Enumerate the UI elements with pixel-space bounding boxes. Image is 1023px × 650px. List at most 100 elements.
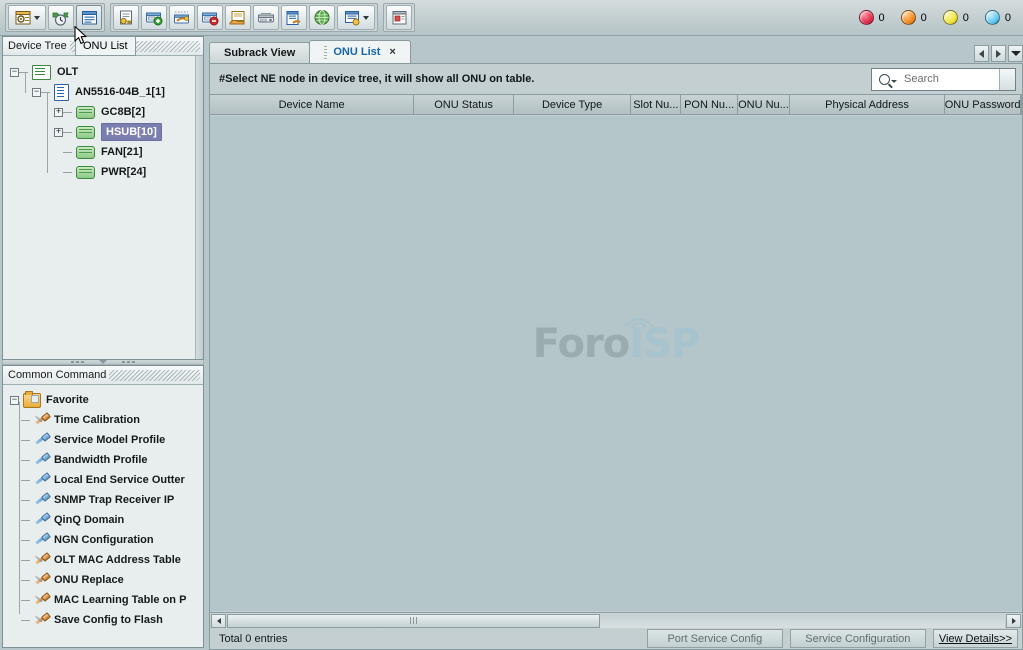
expander-minus-icon[interactable]: −	[10, 68, 19, 77]
device-tree-body: − OLT − AN5516-04B_1[1] +	[3, 56, 203, 359]
column-header-slot-number[interactable]: Slot Nu...	[631, 95, 681, 114]
common-command-panel: Common Command − Favorite Time Cal	[2, 365, 204, 648]
major-alarm-icon	[901, 10, 916, 25]
command-item-onu-replace[interactable]: ONU Replace	[9, 570, 203, 590]
column-header-physical-address[interactable]: Physical Address	[790, 95, 945, 114]
column-header-onu-number[interactable]: ONU Nu...	[738, 95, 790, 114]
scroll-left-button[interactable]	[211, 614, 226, 628]
device-tree-scrollbar[interactable]	[195, 56, 203, 359]
toolbar-button-polling-timer[interactable]	[48, 5, 74, 30]
scroll-track[interactable]	[227, 614, 1005, 628]
port-service-config-button[interactable]: Port Service Config	[647, 629, 783, 648]
folder-star-icon	[23, 393, 41, 408]
device-hand-icon	[229, 10, 247, 26]
toolbar-button-report-tool[interactable]	[337, 5, 375, 30]
expander-minus-icon[interactable]: −	[10, 396, 19, 405]
tree-leaf-spacer	[54, 168, 63, 177]
scroll-thumb[interactable]	[227, 614, 600, 628]
alarm-critical[interactable]: 0	[854, 10, 885, 25]
toolbar-button-rack-view[interactable]	[253, 5, 279, 30]
list-window-icon	[81, 10, 98, 26]
tree-line	[19, 402, 20, 614]
card-icon	[76, 166, 95, 179]
scroll-right-button[interactable]	[1006, 614, 1021, 628]
column-header-pon-number[interactable]: PON Nu...	[681, 95, 738, 114]
alarm-warning[interactable]: 0	[980, 10, 1011, 25]
close-icon[interactable]: ×	[389, 46, 395, 58]
device-remove-icon	[201, 10, 219, 26]
chevron-down-icon[interactable]	[891, 80, 897, 83]
command-item-snmp-trap-receiver-ip[interactable]: SNMP Trap Receiver IP	[9, 490, 203, 510]
expander-plus-icon[interactable]: +	[54, 128, 63, 137]
application-window: 0 0 0 0 Device Tree ONU Lis	[0, 0, 1023, 650]
status-bar: Total 0 entries Port Service Config Serv…	[210, 628, 1022, 649]
alarm-major[interactable]: 0	[896, 10, 927, 25]
report-card-icon	[391, 10, 408, 26]
tree-node-hsub[interactable]: + HSUB[10]	[9, 122, 203, 142]
splitter-grip	[132, 361, 135, 363]
toolbar-button-device-remove[interactable]	[197, 5, 223, 30]
toolbar-button-device-discover[interactable]	[169, 5, 195, 30]
table-body: ForoISP	[210, 116, 1022, 611]
command-item-save-config-to-flash[interactable]: Save Config to Flash	[9, 610, 203, 630]
command-item-ngn-configuration[interactable]: NGN Configuration	[9, 530, 203, 550]
chevron-down-icon	[363, 16, 369, 20]
column-header-onu-status[interactable]: ONU Status	[414, 95, 514, 114]
service-configuration-button[interactable]: Service Configuration	[790, 629, 926, 648]
tool-blue-icon	[34, 493, 49, 507]
toolbar-button-device-handover[interactable]	[225, 5, 251, 30]
favorite-tree: − Favorite Time Calibration Service Mode…	[3, 385, 203, 630]
tab-next-button[interactable]	[991, 45, 1006, 62]
splitter-grip	[122, 361, 125, 363]
alarm-minor[interactable]: 0	[938, 10, 969, 25]
tree-node-pwr[interactable]: PWR[24]	[9, 162, 203, 182]
tree-node-gc8b[interactable]: + GC8B[2]	[9, 102, 203, 122]
hint-text: #Select NE node in device tree, it will …	[219, 73, 534, 85]
tree-node-olt[interactable]: − OLT	[9, 62, 203, 82]
toolbar-button-topology-view[interactable]	[8, 5, 46, 30]
button-label: Port Service Config	[667, 633, 762, 645]
toolbar-group-report	[383, 3, 415, 32]
favorite-root[interactable]: − Favorite	[9, 390, 203, 410]
command-item-local-end-service-outter[interactable]: Local End Service Outter	[9, 470, 203, 490]
toolbar-button-device-add[interactable]	[141, 5, 167, 30]
command-item-olt-mac-address-table[interactable]: OLT MAC Address Table	[9, 550, 203, 570]
column-header-device-name[interactable]: Device Name	[210, 95, 414, 114]
command-item-time-calibration[interactable]: Time Calibration	[9, 410, 203, 430]
tab-nav-buttons	[972, 45, 1023, 63]
device-add-icon	[145, 10, 163, 26]
toolbar-button-server-config[interactable]	[281, 5, 307, 30]
tree-node-an5516[interactable]: − AN5516-04B_1[1]	[9, 82, 203, 102]
toolbar-button-auth-config[interactable]	[113, 5, 139, 30]
tab-subrack-view[interactable]: Subrack View	[209, 42, 310, 63]
foroisp-watermark: ForoISP	[533, 321, 699, 367]
command-item-mac-learning-table[interactable]: MAC Learning Table on P	[9, 590, 203, 610]
tool-blue-icon	[34, 453, 49, 467]
view-details-button[interactable]: View Details>>	[933, 629, 1018, 648]
tab-onu-list[interactable]: ONU List ×	[309, 40, 411, 63]
tab-prev-button[interactable]	[974, 45, 989, 62]
tool-orange-icon	[34, 613, 49, 627]
expander-minus-icon[interactable]: −	[32, 88, 41, 97]
horizontal-scrollbar[interactable]	[210, 612, 1022, 628]
collapse-triangle-icon[interactable]	[99, 360, 107, 364]
toolbar-button-network-globe[interactable]	[309, 5, 335, 30]
drag-handle-hatch[interactable]	[109, 370, 200, 381]
column-header-device-type[interactable]: Device Type	[514, 95, 632, 114]
column-header-onu-password[interactable]: ONU Password	[945, 95, 1021, 114]
search-clear-button[interactable]	[999, 69, 1015, 90]
floating-tab-onu-list[interactable]: ONU List	[75, 36, 136, 56]
toolbar-button-summary-report[interactable]	[386, 5, 412, 30]
expander-plus-icon[interactable]: +	[54, 108, 63, 117]
command-item-service-model-profile[interactable]: Service Model Profile	[9, 430, 203, 450]
command-item-bandwidth-profile[interactable]: Bandwidth Profile	[9, 450, 203, 470]
search-input[interactable]: Search	[871, 68, 1016, 91]
toolbar-button-onu-list-view[interactable]	[76, 5, 102, 30]
tool-blue-icon	[34, 433, 49, 447]
device-tree-panel: Device Tree ONU List − OLT	[2, 36, 204, 360]
command-label: SNMP Trap Receiver IP	[54, 494, 174, 506]
tab-list-button[interactable]	[1008, 45, 1023, 62]
command-label: Local End Service Outter	[54, 474, 185, 486]
tree-node-fan[interactable]: FAN[21]	[9, 142, 203, 162]
command-item-qinq-domain[interactable]: QinQ Domain	[9, 510, 203, 530]
